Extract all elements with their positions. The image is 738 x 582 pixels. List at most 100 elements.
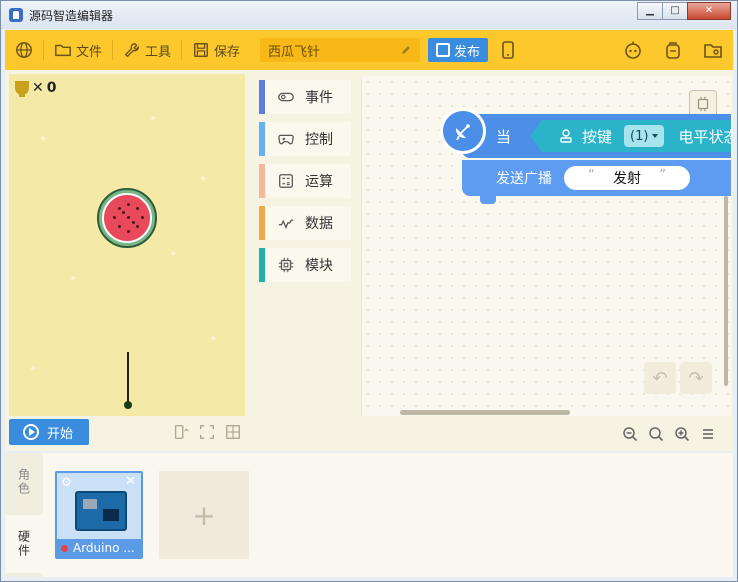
zoom-out-icon bbox=[623, 427, 638, 442]
undo-redo-controls: ↶ ↷ bbox=[644, 362, 716, 394]
seed bbox=[127, 230, 130, 233]
language-button[interactable] bbox=[5, 30, 43, 70]
close-quote-icon: ” bbox=[659, 168, 666, 183]
app-window: 源码智造编辑器 ▁ □ ✕ 文件 工具 保存 西瓜飞针 发布 ✦ ✦ ✦ ✦ ✦… bbox=[0, 0, 738, 582]
workspace-menu-button[interactable] bbox=[695, 422, 721, 446]
star-decoration: ✦ bbox=[149, 114, 158, 125]
publish-label: 发布 bbox=[454, 44, 481, 60]
zoom-reset-button[interactable] bbox=[643, 422, 669, 446]
window-title: 源码智造编辑器 bbox=[29, 8, 114, 23]
zoom-controls bbox=[361, 420, 731, 448]
block-workspace[interactable]: 当 按键 (1) 电平状态 发送广播 “ 发射 ” bbox=[361, 76, 731, 416]
stage-orientation-button[interactable] bbox=[169, 420, 193, 444]
zoom-out-button[interactable] bbox=[617, 422, 643, 446]
stage-toolbar bbox=[167, 420, 245, 444]
key-port-value: (1) bbox=[630, 128, 649, 144]
save-label: 保存 bbox=[214, 44, 241, 60]
project-name-field[interactable]: 西瓜飞针 bbox=[260, 38, 421, 62]
category-label: 事件 bbox=[305, 90, 333, 106]
block-connector bbox=[480, 194, 496, 204]
watermelon-sprite[interactable] bbox=[97, 188, 157, 248]
zoom-in-button[interactable] bbox=[669, 422, 695, 446]
close-button[interactable]: ✕ bbox=[687, 2, 731, 20]
zoom-in-icon bbox=[675, 427, 690, 442]
category-label: 数据 bbox=[305, 216, 333, 232]
star-decoration: ✦ bbox=[169, 249, 178, 260]
category-data[interactable]: 数据 bbox=[259, 206, 351, 240]
star-decoration: ✦ bbox=[39, 134, 48, 145]
pencil-icon bbox=[402, 46, 411, 54]
device-preview-button[interactable] bbox=[488, 30, 528, 70]
category-modules[interactable]: 模块 bbox=[259, 248, 351, 282]
gear-icon[interactable]: ⚙ bbox=[61, 475, 72, 489]
wrench-icon bbox=[124, 43, 140, 58]
fullscreen-button[interactable] bbox=[195, 420, 219, 444]
file-menu[interactable]: 文件 bbox=[44, 30, 112, 70]
star-decoration: ✦ bbox=[199, 174, 208, 185]
watermelon-flesh bbox=[102, 193, 152, 243]
category-control[interactable]: 控制 bbox=[259, 122, 351, 156]
seed bbox=[127, 203, 130, 206]
redo-button[interactable]: ↷ bbox=[680, 362, 712, 394]
category-label: 模块 bbox=[305, 258, 333, 274]
save-icon bbox=[194, 42, 209, 58]
needle-base bbox=[124, 401, 132, 409]
tab-hardware[interactable]: 硬件 bbox=[5, 515, 43, 573]
key-sensor-reporter[interactable]: 按键 (1) 电平状态 bbox=[530, 120, 731, 152]
score-display: ✕ 0 bbox=[15, 80, 57, 97]
tools-menu[interactable]: 工具 bbox=[113, 30, 181, 70]
button-module-icon bbox=[560, 129, 572, 143]
stage-canvas[interactable]: ✦ ✦ ✦ ✦ ✦ ✦ ✦ ✕ 0 bbox=[9, 74, 245, 416]
line-chart-icon bbox=[278, 219, 294, 230]
vertical-scrollbar[interactable] bbox=[724, 196, 728, 386]
remove-device-icon[interactable]: ✕ bbox=[125, 474, 136, 489]
robot-face-icon bbox=[625, 41, 641, 59]
tab-roles[interactable]: 角色 bbox=[5, 453, 43, 511]
undo-button[interactable]: ↶ bbox=[644, 362, 676, 394]
open-quote-icon: “ bbox=[588, 168, 595, 183]
main-toolbar: 文件 工具 保存 西瓜飞针 发布 bbox=[5, 30, 733, 70]
character-button[interactable] bbox=[613, 30, 653, 70]
seed bbox=[118, 207, 121, 210]
publish-button[interactable]: 发布 bbox=[428, 38, 489, 62]
start-button[interactable]: 开始 bbox=[9, 419, 89, 445]
minimize-button[interactable]: ▁ bbox=[637, 2, 663, 20]
project-name-text: 西瓜飞针 bbox=[268, 44, 321, 60]
key-port-dropdown[interactable]: (1) bbox=[624, 125, 665, 147]
key-label: 按键 bbox=[582, 127, 613, 146]
block-categories: 事件 控制 运算 数据 模块 bbox=[259, 80, 351, 290]
seed bbox=[118, 225, 121, 228]
phone-rotate-icon bbox=[174, 425, 189, 439]
seed bbox=[136, 225, 139, 228]
event-block-badge bbox=[440, 108, 486, 154]
horizontal-scrollbar[interactable] bbox=[400, 410, 570, 415]
seed bbox=[127, 216, 130, 219]
file-menu-label: 文件 bbox=[76, 44, 103, 60]
star-decoration: ✦ bbox=[69, 274, 78, 285]
projects-button[interactable] bbox=[693, 30, 733, 70]
arduino-board-icon bbox=[75, 491, 127, 531]
zoom-reset-icon bbox=[649, 427, 664, 442]
undo-icon: ↶ bbox=[652, 367, 668, 389]
broadcast-message-input[interactable]: “ 发射 ” bbox=[564, 166, 690, 190]
start-label: 开始 bbox=[47, 426, 74, 442]
add-device-button[interactable]: + bbox=[159, 471, 249, 559]
category-operators[interactable]: 运算 bbox=[259, 164, 351, 198]
folder-icon bbox=[55, 44, 71, 57]
gamepad-icon bbox=[278, 134, 294, 145]
seed bbox=[113, 216, 116, 219]
seed bbox=[122, 211, 125, 214]
save-button[interactable]: 保存 bbox=[182, 30, 250, 70]
needle-sprite[interactable] bbox=[127, 352, 129, 404]
maximize-button[interactable]: □ bbox=[662, 2, 688, 20]
chevron-down-icon bbox=[652, 134, 659, 138]
broadcast-block[interactable]: 发送广播 “ 发射 ” bbox=[462, 160, 731, 196]
block-when-label: 当 bbox=[496, 127, 512, 146]
category-events[interactable]: 事件 bbox=[259, 80, 351, 114]
grid-toggle-button[interactable] bbox=[221, 420, 245, 444]
backpack-button[interactable] bbox=[653, 30, 693, 70]
calculator-icon bbox=[279, 174, 293, 188]
device-card-arduino[interactable]: ⚙ ✕ Arduino ... bbox=[55, 471, 143, 559]
app-logo-icon bbox=[9, 8, 23, 22]
score-value: 0 bbox=[46, 80, 57, 96]
